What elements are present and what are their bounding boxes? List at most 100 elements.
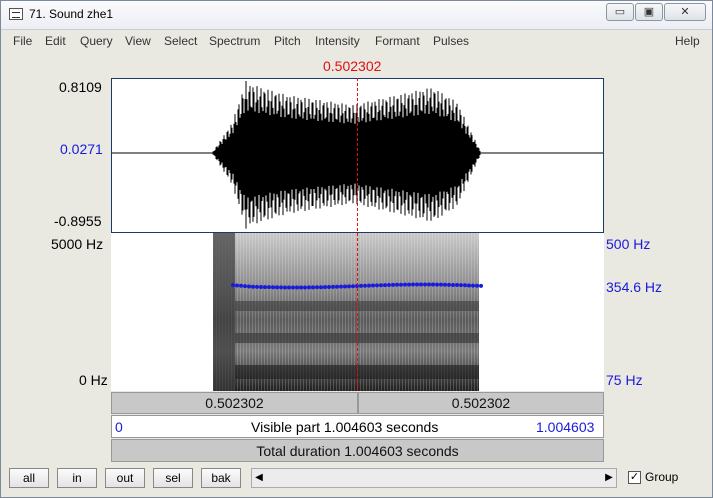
pitch-point [255, 284, 259, 289]
horizontal-scrollbar[interactable]: ◀ ▶ [251, 468, 617, 488]
time-segment-right[interactable]: 0.502302 [358, 392, 604, 414]
spectrogram-bottom-freq-label: 0 Hz [79, 372, 108, 388]
pitch-point [455, 283, 459, 288]
pitch-point [263, 285, 267, 290]
pitch-point [375, 283, 379, 288]
pitch-point [423, 282, 427, 287]
pitch-point [383, 283, 387, 288]
menu-help[interactable]: Help [675, 34, 700, 48]
pitch-point [459, 283, 463, 288]
pitch-point [427, 282, 431, 287]
waveform-min-label: -0.8955 [54, 213, 102, 229]
pitch-point [463, 283, 467, 288]
visible-start-label: 0 [115, 419, 123, 435]
pitch-point [239, 283, 243, 288]
restore-button[interactable]: ▣ [635, 3, 663, 21]
zoom-in-button[interactable]: in [57, 468, 97, 488]
close-button[interactable]: ✕ [664, 3, 706, 21]
title-bar: 71. Sound zhe1 ▭ ▣ ✕ [1, 1, 712, 30]
pitch-point [391, 282, 395, 287]
pitch-point [243, 284, 247, 289]
menu-view[interactable]: View [125, 34, 151, 48]
pitch-point [439, 282, 443, 287]
pitch-point [291, 285, 295, 290]
menu-formant[interactable]: Formant [375, 34, 420, 48]
waveform-max-label: 0.8109 [59, 79, 102, 95]
pitch-point [443, 282, 447, 287]
menu-select[interactable]: Select [164, 34, 197, 48]
pitch-point [307, 285, 311, 290]
pitch-point [431, 282, 435, 287]
minimize-button[interactable]: ▭ [606, 3, 634, 21]
visible-part-label: Visible part 1.004603 seconds [251, 419, 439, 435]
pitch-point [411, 282, 415, 287]
pitch-point [399, 282, 403, 287]
spectrogram-top-freq-label: 5000 Hz [51, 236, 104, 252]
zoom-all-button[interactable]: all [9, 468, 49, 488]
cursor-line [357, 78, 358, 391]
pitch-point [287, 285, 291, 290]
pitch-point [327, 285, 331, 290]
waveform-samples [212, 81, 482, 229]
pitch-point [395, 282, 399, 287]
pitch-point [451, 282, 455, 287]
waveform-zero-label: 0.0271 [60, 141, 103, 157]
app-icon [9, 8, 23, 20]
pitch-point [479, 283, 483, 288]
scroll-left-arrow-icon[interactable]: ◀ [252, 469, 266, 487]
pitch-point [407, 282, 411, 287]
bottom-toolbar: all in out sel bak ◀ ▶ ✓ Group [1, 463, 712, 497]
pitch-point [259, 284, 263, 289]
pitch-point [295, 285, 299, 290]
pitch-point [419, 282, 423, 287]
pitch-point [435, 282, 439, 287]
pitch-point [471, 283, 475, 288]
pitch-top-label: 500 Hz [606, 236, 651, 252]
pitch-point [371, 283, 375, 288]
pitch-point [319, 285, 323, 290]
pitch-point [467, 283, 471, 288]
pitch-bottom-label: 75 Hz [606, 372, 643, 388]
time-segment-left[interactable]: 0.502302 [111, 392, 358, 414]
pitch-point [387, 282, 391, 287]
visible-end-label: 1.004603 [536, 419, 595, 435]
menu-intensity[interactable]: Intensity [315, 34, 360, 48]
zoom-back-button[interactable]: bak [201, 468, 241, 488]
pitch-point [475, 283, 479, 288]
total-duration-bar[interactable]: Total duration 1.004603 seconds [111, 439, 604, 462]
menu-file[interactable]: File [13, 34, 32, 48]
pitch-point [331, 284, 335, 289]
pitch-point [247, 284, 251, 289]
pitch-point [235, 283, 239, 288]
pitch-point [275, 285, 279, 290]
pitch-point [339, 284, 343, 289]
group-label: Group [645, 470, 679, 484]
pitch-point [415, 282, 419, 287]
pitch-point [315, 285, 319, 290]
spectrogram-onset [213, 233, 235, 391]
pitch-point [343, 284, 347, 289]
pitch-point [335, 284, 339, 289]
zoom-selection-button[interactable]: sel [153, 468, 193, 488]
pitch-point [283, 285, 287, 290]
menu-pitch[interactable]: Pitch [274, 34, 301, 48]
zoom-out-button[interactable]: out [105, 468, 145, 488]
pitch-point [323, 285, 327, 290]
scroll-right-arrow-icon[interactable]: ▶ [602, 469, 616, 487]
pitch-value-label: 354.6 Hz [606, 279, 663, 295]
group-checkbox[interactable]: ✓ [628, 471, 641, 484]
pitch-point [359, 283, 363, 288]
cursor-time-label: 0.502302 [323, 58, 382, 74]
menu-spectrum[interactable]: Spectrum [209, 34, 260, 48]
praat-sound-window: 71. Sound zhe1 ▭ ▣ ✕ File Edit Query Vie… [0, 0, 713, 498]
pitch-point [271, 285, 275, 290]
menu-query[interactable]: Query [80, 34, 113, 48]
pitch-point [351, 284, 355, 289]
pitch-point [403, 282, 407, 287]
pitch-point [347, 284, 351, 289]
pitch-point [279, 285, 283, 290]
menu-pulses[interactable]: Pulses [433, 34, 469, 48]
pitch-point [303, 285, 307, 290]
pitch-point [251, 284, 255, 289]
menu-edit[interactable]: Edit [45, 34, 66, 48]
